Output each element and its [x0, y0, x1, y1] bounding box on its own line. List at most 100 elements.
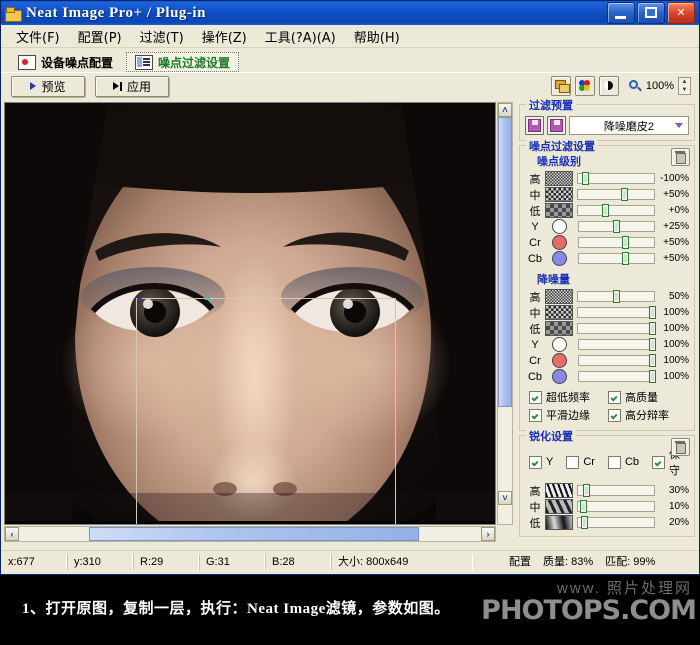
- tab-noise-filter-settings[interactable]: 噪点过滤设置: [126, 52, 239, 72]
- view-tools: 100% ▲▼: [551, 76, 699, 96]
- checkbox-high-quality[interactable]: 高质量: [608, 389, 687, 405]
- menu-help[interactable]: 帮助(H): [345, 25, 409, 48]
- row-label: 低: [525, 321, 545, 337]
- row-label: Cr: [525, 355, 545, 367]
- noise-level-cr-slider[interactable]: [578, 237, 655, 248]
- row-value: 100%: [655, 339, 689, 350]
- scroll-up-button[interactable]: ˄: [498, 103, 512, 117]
- noise-reduction-mid-slider[interactable]: [577, 307, 655, 318]
- row-label: 中: [525, 499, 545, 515]
- zoom-stepper[interactable]: ▲▼: [678, 77, 691, 95]
- status-x: x:677: [2, 554, 67, 570]
- noise-reduction-cr-slider[interactable]: [578, 355, 655, 366]
- checkbox-box: [652, 456, 665, 469]
- apply-button[interactable]: 应用: [95, 76, 169, 97]
- noise-level-y-slider[interactable]: [578, 221, 655, 232]
- window-title: Neat Image Pro+ / Plug-in: [26, 5, 206, 22]
- noise-high-swatch: [545, 171, 573, 186]
- menu-action[interactable]: 操作(Z): [193, 25, 256, 48]
- noise-filter-settings-title: 噪点过滤设置: [526, 138, 598, 154]
- zoom-control[interactable]: 100% ▲▼: [629, 77, 691, 95]
- row-label: 高: [525, 171, 545, 187]
- application-window: Neat Image Pro+ / Plug-in ✕ 文件(F) 配置(P) …: [0, 0, 700, 575]
- slider-row: 低 20%: [525, 515, 689, 530]
- slider-row: Cb 100%: [525, 369, 689, 384]
- slider-row: 中 10%: [525, 499, 689, 514]
- sharpening-mid-slider[interactable]: [577, 501, 655, 512]
- noise-level-mid-slider[interactable]: [577, 189, 655, 200]
- filter-preset-title: 过滤预置: [526, 97, 576, 113]
- row-value: 100%: [655, 355, 689, 366]
- channel-cr-circle: [552, 235, 567, 250]
- noise-filter-settings-group: 噪点过滤设置 噪点级别 高 -100% 中 +50%: [519, 145, 695, 431]
- noise-reduction-cb-slider[interactable]: [578, 371, 655, 382]
- checkbox-box: [529, 409, 542, 422]
- slider-row: 中 100%: [525, 305, 689, 320]
- noise-low-swatch: [545, 203, 573, 218]
- reset-sharpening-trash-icon[interactable]: [671, 438, 690, 456]
- row-label: 高: [525, 289, 545, 305]
- sharpening-high-slider[interactable]: [577, 485, 655, 496]
- brightness-icon[interactable]: [599, 76, 619, 96]
- scroll-left-button[interactable]: ‹: [5, 527, 19, 541]
- row-value: +50%: [655, 253, 689, 264]
- sliders-icon: [135, 55, 153, 70]
- image-horizontal-scrollbar[interactable]: ‹ ›: [4, 526, 496, 542]
- sharpening-channels: Y Cr Cb 保守: [525, 442, 689, 482]
- sharpen-high-swatch: [545, 483, 573, 498]
- preset-select[interactable]: 降噪磨皮2: [569, 116, 689, 135]
- noise-level-cb-slider[interactable]: [578, 253, 655, 264]
- noise-reduction-high-slider[interactable]: [577, 291, 655, 302]
- status-b: B:28: [265, 554, 331, 570]
- tab-device-noise-profile-label: 设备噪点配置: [41, 54, 113, 71]
- maximize-button[interactable]: [637, 2, 665, 24]
- tab-device-noise-profile[interactable]: 设备噪点配置: [9, 52, 122, 72]
- noise-level-high-slider[interactable]: [577, 173, 655, 184]
- status-bar: x:677 y:310 R:29 G:31 B:28 大小: 800x649 配…: [2, 550, 698, 573]
- screenshot-root: Neat Image Pro+ / Plug-in ✕ 文件(F) 配置(P) …: [0, 0, 700, 645]
- noise-reduction-y-slider[interactable]: [578, 339, 655, 350]
- save-preset-icon[interactable]: [547, 116, 566, 135]
- menu-profile[interactable]: 配置(P): [69, 25, 131, 48]
- menu-file[interactable]: 文件(F): [7, 25, 69, 48]
- row-label: Y: [525, 221, 545, 233]
- sharpening-low-slider[interactable]: [577, 517, 655, 528]
- checkbox-sharpen-cr[interactable]: Cr: [566, 456, 595, 469]
- scroll-right-button[interactable]: ›: [481, 527, 495, 541]
- menu-tools[interactable]: 工具(?A)(A): [256, 25, 345, 48]
- image-vertical-scrollbar[interactable]: ˄ ˅: [497, 102, 513, 525]
- caption-text: 1、打开原图，复制一层，执行：Neat Image滤镜，参数如图。: [22, 597, 450, 618]
- checkbox-sharpen-y[interactable]: Y: [529, 456, 553, 469]
- channel-y-circle: [552, 219, 567, 234]
- status-match: 匹配: 99%: [599, 554, 661, 570]
- checkbox-high-resolution[interactable]: 高分辩率: [608, 407, 687, 423]
- menu-filter[interactable]: 过滤(T): [131, 25, 193, 48]
- noise-reduction-low-slider[interactable]: [577, 323, 655, 334]
- checkbox-label: Y: [546, 456, 553, 468]
- minimize-button[interactable]: [607, 2, 635, 24]
- rgb-channels-icon[interactable]: [575, 76, 595, 96]
- image-canvas[interactable]: [4, 102, 496, 525]
- scroll-down-button[interactable]: ˅: [498, 491, 512, 505]
- vertical-scroll-thumb[interactable]: [498, 117, 512, 407]
- noise-level-low-slider[interactable]: [577, 205, 655, 216]
- preview-button[interactable]: 预览: [11, 76, 85, 97]
- horizontal-scroll-thumb[interactable]: [89, 527, 419, 541]
- noise-mid-swatch: [545, 305, 573, 320]
- close-button[interactable]: ✕: [667, 2, 695, 24]
- noise-reduction-subtitle: 降噪量: [537, 271, 689, 287]
- checkbox-sharpen-cb[interactable]: Cb: [608, 456, 639, 469]
- open-preset-icon[interactable]: [525, 116, 544, 135]
- checkbox-box: [529, 391, 542, 404]
- checkbox-smooth-edges[interactable]: 平滑边缘: [529, 407, 608, 423]
- checkbox-ultra-low-freq[interactable]: 超低频率: [529, 389, 608, 405]
- reset-noise-filter-trash-icon[interactable]: [671, 148, 690, 166]
- checkbox-label: Cr: [583, 456, 595, 468]
- tab-strip: 设备噪点配置 噪点过滤设置: [1, 48, 699, 72]
- row-value: +25%: [655, 221, 689, 232]
- layers-icon[interactable]: [551, 76, 571, 96]
- noise-sample-selection-rect[interactable]: [136, 298, 396, 525]
- zoom-level-value: 100%: [646, 80, 674, 92]
- main-area: ˄ ˅ ‹ › 过滤预置: [1, 100, 699, 544]
- channel-cr-circle: [552, 353, 567, 368]
